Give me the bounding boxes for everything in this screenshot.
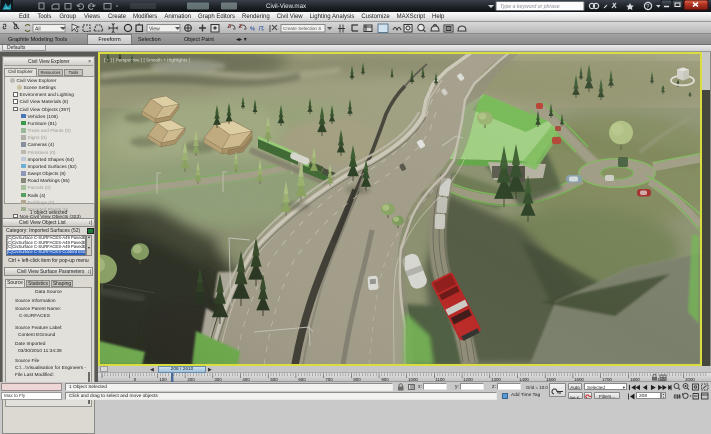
svg-text:[ + ] [ Perspective ] [ Smooth: [ + ] [ Perspective ] [ Smooth + Highlig… [104,58,190,63]
svg-text:Type a keyword or phrase: Type a keyword or phrase [500,4,560,10]
svg-text:%: % [250,27,255,33]
svg-text:All: All [35,27,41,33]
svg-text:Civil-View.max: Civil-View.max [266,3,307,10]
svg-text:View: View [149,27,160,33]
svg-text:Create Selection S: Create Selection S [283,26,321,31]
svg-text:☈: ☈ [259,26,265,33]
